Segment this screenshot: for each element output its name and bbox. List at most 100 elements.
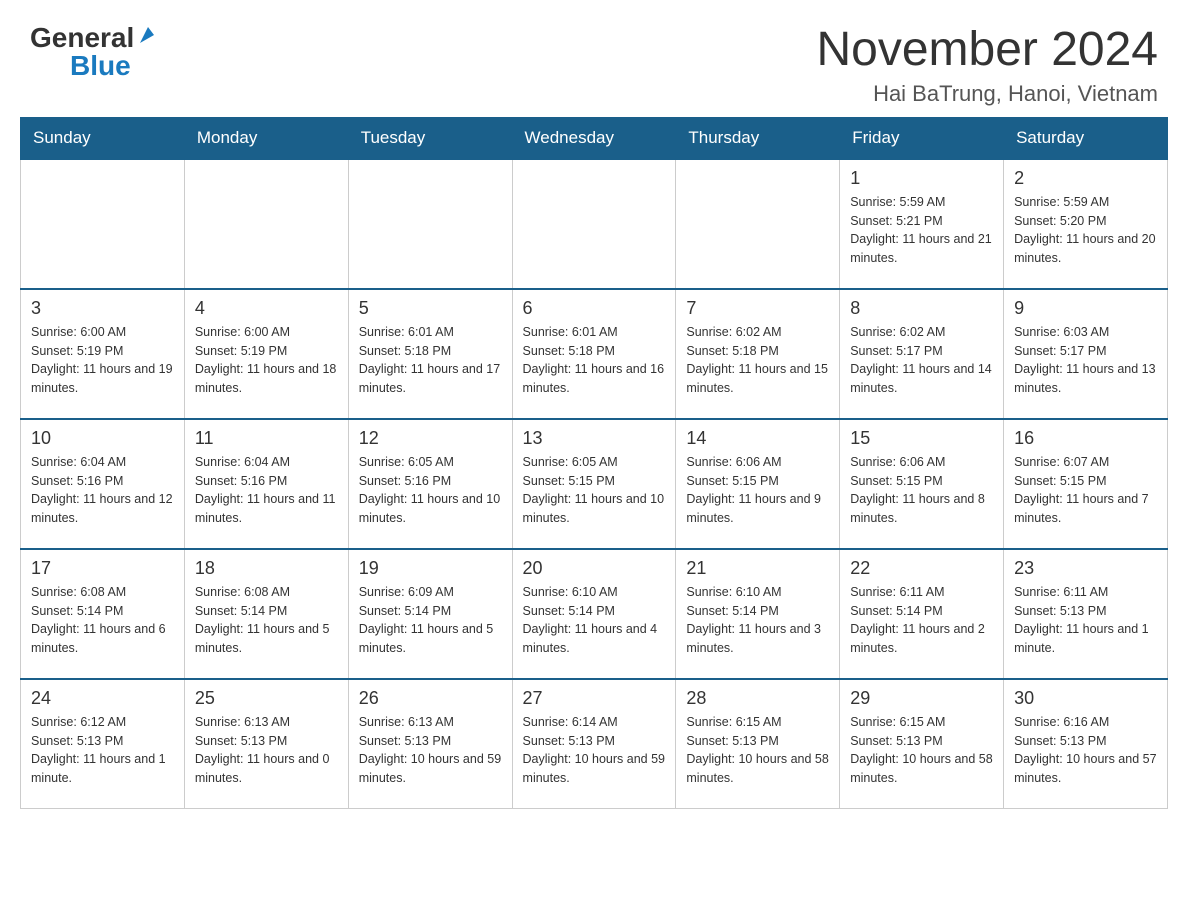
calendar-table: Sunday Monday Tuesday Wednesday Thursday…	[20, 117, 1168, 810]
calendar-cell: 29 Sunrise: 6:15 AMSunset: 5:13 PMDayligh…	[840, 679, 1004, 809]
calendar-cell: 9 Sunrise: 6:03 AMSunset: 5:17 PMDaylight…	[1004, 289, 1168, 419]
sun-info: Sunrise: 5:59 AMSunset: 5:20 PMDaylight:…	[1014, 193, 1157, 268]
header-thursday: Thursday	[676, 117, 840, 159]
calendar-cell	[21, 159, 185, 289]
logo-triangle-icon	[136, 25, 158, 52]
calendar-cell: 23Sunrise: 6:11 AMSunset: 5:13 PMDayligh…	[1004, 549, 1168, 679]
sun-info: Sunrise: 5:59 AMSunset: 5:21 PMDaylight:…	[850, 193, 993, 268]
sun-info: Sunrise: 6:11 AMSunset: 5:13 PMDaylight:…	[1014, 583, 1157, 658]
calendar-week-row: 17 Sunrise: 6:08 AMSunset: 5:14 PMDayligh…	[21, 549, 1168, 679]
day-number: 24	[31, 688, 174, 709]
sun-info: Sunrise: 6:10 AMSunset: 5:14 PMDaylight:…	[523, 583, 666, 658]
calendar-cell: 26 Sunrise: 6:13 AMSunset: 5:13 PMDayligh…	[348, 679, 512, 809]
day-number: 1	[850, 168, 993, 189]
sun-info: Sunrise: 6:00 AMSunset: 5:19 PMDaylight:…	[31, 323, 174, 398]
calendar-cell: 8 Sunrise: 6:02 AMSunset: 5:17 PMDaylight…	[840, 289, 1004, 419]
sun-info: Sunrise: 6:05 AMSunset: 5:15 PMDaylight:…	[523, 453, 666, 528]
sun-info: Sunrise: 6:08 AMSunset: 5:14 PMDaylight:…	[31, 583, 174, 658]
sun-info: Sunrise: 6:02 AMSunset: 5:17 PMDaylight:…	[850, 323, 993, 398]
day-number: 5	[359, 298, 502, 319]
day-number: 14	[686, 428, 829, 449]
sun-info: Sunrise: 6:01 AMSunset: 5:18 PMDaylight:…	[523, 323, 666, 398]
day-number: 3	[31, 298, 174, 319]
calendar-cell	[676, 159, 840, 289]
calendar-cell: 13 Sunrise: 6:05 AMSunset: 5:15 PMDayligh…	[512, 419, 676, 549]
calendar-cell: 2 Sunrise: 5:59 AMSunset: 5:20 PMDaylight…	[1004, 159, 1168, 289]
sun-info: Sunrise: 6:12 AMSunset: 5:13 PMDaylight:…	[31, 713, 174, 788]
calendar-cell: 27 Sunrise: 6:14 AMSunset: 5:13 PMDayligh…	[512, 679, 676, 809]
calendar-week-row: 10 Sunrise: 6:04 AMSunset: 5:16 PMDayligh…	[21, 419, 1168, 549]
logo-blue-text: Blue	[70, 50, 131, 81]
sun-info: Sunrise: 6:00 AMSunset: 5:19 PMDaylight:…	[195, 323, 338, 398]
sun-info: Sunrise: 6:15 AMSunset: 5:13 PMDaylight:…	[850, 713, 993, 788]
calendar-cell: 5Sunrise: 6:01 AMSunset: 5:18 PMDaylight…	[348, 289, 512, 419]
calendar-week-row: 3 Sunrise: 6:00 AMSunset: 5:19 PMDaylight…	[21, 289, 1168, 419]
sun-info: Sunrise: 6:09 AMSunset: 5:14 PMDaylight:…	[359, 583, 502, 658]
day-number: 6	[523, 298, 666, 319]
sun-info: Sunrise: 6:13 AMSunset: 5:13 PMDaylight:…	[195, 713, 338, 788]
calendar-cell: 24 Sunrise: 6:12 AMSunset: 5:13 PMDayligh…	[21, 679, 185, 809]
day-number: 4	[195, 298, 338, 319]
calendar-cell	[512, 159, 676, 289]
day-number: 10	[31, 428, 174, 449]
calendar-cell: 14 Sunrise: 6:06 AMSunset: 5:15 PMDayligh…	[676, 419, 840, 549]
location-subtitle: Hai BaTrung, Hanoi, Vietnam	[816, 81, 1158, 107]
day-number: 17	[31, 558, 174, 579]
calendar-cell: 28Sunrise: 6:15 AMSunset: 5:13 PMDayligh…	[676, 679, 840, 809]
header-wednesday: Wednesday	[512, 117, 676, 159]
sun-info: Sunrise: 6:08 AMSunset: 5:14 PMDaylight:…	[195, 583, 338, 658]
sun-info: Sunrise: 6:13 AMSunset: 5:13 PMDaylight:…	[359, 713, 502, 788]
calendar-cell	[184, 159, 348, 289]
month-year-title: November 2024	[816, 24, 1158, 77]
day-number: 18	[195, 558, 338, 579]
calendar-cell: 12 Sunrise: 6:05 AMSunset: 5:16 PMDayligh…	[348, 419, 512, 549]
day-number: 9	[1014, 298, 1157, 319]
calendar-cell: 18 Sunrise: 6:08 AMSunset: 5:14 PMDayligh…	[184, 549, 348, 679]
sun-info: Sunrise: 6:02 AMSunset: 5:18 PMDaylight:…	[686, 323, 829, 398]
logo: General Blue	[30, 24, 158, 80]
calendar-cell: 20 Sunrise: 6:10 AMSunset: 5:14 PMDayligh…	[512, 549, 676, 679]
sun-info: Sunrise: 6:05 AMSunset: 5:16 PMDaylight:…	[359, 453, 502, 528]
header-saturday: Saturday	[1004, 117, 1168, 159]
sun-info: Sunrise: 6:10 AMSunset: 5:14 PMDaylight:…	[686, 583, 829, 658]
sun-info: Sunrise: 6:14 AMSunset: 5:13 PMDaylight:…	[523, 713, 666, 788]
day-number: 28	[686, 688, 829, 709]
day-number: 22	[850, 558, 993, 579]
header-friday: Friday	[840, 117, 1004, 159]
calendar-body: 1 Sunrise: 5:59 AMSunset: 5:21 PMDaylight…	[21, 159, 1168, 809]
day-number: 15	[850, 428, 993, 449]
day-number: 29	[850, 688, 993, 709]
weekday-header-row: Sunday Monday Tuesday Wednesday Thursday…	[21, 117, 1168, 159]
sun-info: Sunrise: 6:04 AMSunset: 5:16 PMDaylight:…	[31, 453, 174, 528]
day-number: 13	[523, 428, 666, 449]
sun-info: Sunrise: 6:11 AMSunset: 5:14 PMDaylight:…	[850, 583, 993, 658]
sun-info: Sunrise: 6:03 AMSunset: 5:17 PMDaylight:…	[1014, 323, 1157, 398]
day-number: 20	[523, 558, 666, 579]
sun-info: Sunrise: 6:06 AMSunset: 5:15 PMDaylight:…	[686, 453, 829, 528]
calendar-cell: 15Sunrise: 6:06 AMSunset: 5:15 PMDayligh…	[840, 419, 1004, 549]
day-number: 2	[1014, 168, 1157, 189]
day-number: 26	[359, 688, 502, 709]
header-sunday: Sunday	[21, 117, 185, 159]
day-number: 27	[523, 688, 666, 709]
logo-general-text: General	[30, 24, 134, 52]
calendar-cell: 1 Sunrise: 5:59 AMSunset: 5:21 PMDaylight…	[840, 159, 1004, 289]
day-number: 8	[850, 298, 993, 319]
calendar-cell: 6 Sunrise: 6:01 AMSunset: 5:18 PMDaylight…	[512, 289, 676, 419]
calendar-cell: 10 Sunrise: 6:04 AMSunset: 5:16 PMDayligh…	[21, 419, 185, 549]
calendar-cell: 3 Sunrise: 6:00 AMSunset: 5:19 PMDaylight…	[21, 289, 185, 419]
day-number: 7	[686, 298, 829, 319]
header-tuesday: Tuesday	[348, 117, 512, 159]
calendar-cell: 11Sunrise: 6:04 AMSunset: 5:16 PMDayligh…	[184, 419, 348, 549]
sun-info: Sunrise: 6:07 AMSunset: 5:15 PMDaylight:…	[1014, 453, 1157, 528]
calendar-cell: 4 Sunrise: 6:00 AMSunset: 5:19 PMDaylight…	[184, 289, 348, 419]
day-number: 21	[686, 558, 829, 579]
calendar-cell: 25Sunrise: 6:13 AMSunset: 5:13 PMDayligh…	[184, 679, 348, 809]
calendar-cell: 21 Sunrise: 6:10 AMSunset: 5:14 PMDayligh…	[676, 549, 840, 679]
day-number: 11	[195, 428, 338, 449]
header-monday: Monday	[184, 117, 348, 159]
day-number: 12	[359, 428, 502, 449]
calendar-cell: 22 Sunrise: 6:11 AMSunset: 5:14 PMDayligh…	[840, 549, 1004, 679]
sun-info: Sunrise: 6:16 AMSunset: 5:13 PMDaylight:…	[1014, 713, 1157, 788]
day-number: 30	[1014, 688, 1157, 709]
